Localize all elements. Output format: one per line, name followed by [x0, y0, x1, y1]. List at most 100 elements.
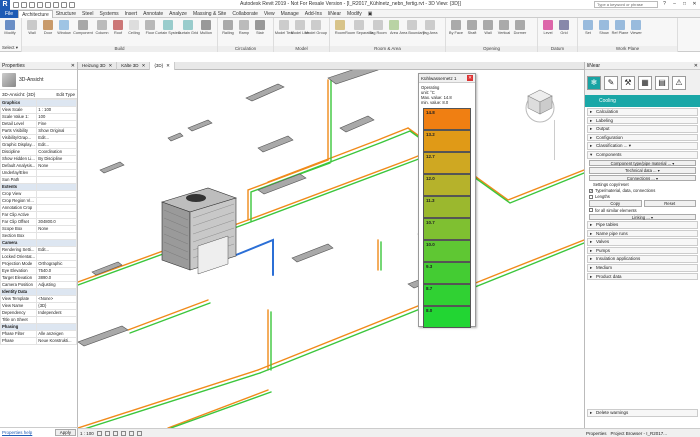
property-value[interactable]: Independent [36, 309, 77, 317]
property-value[interactable]: Edit... [36, 141, 77, 149]
tab-structure[interactable]: Structure [53, 10, 79, 18]
3d-view-icon[interactable] [69, 1, 75, 8]
lengths-checkbox[interactable]: Lengths [589, 194, 700, 199]
property-value[interactable] [36, 197, 77, 205]
property-value[interactable]: Fine [36, 120, 77, 128]
component-type-button[interactable]: Component type/pipe material ... ▾ [589, 159, 696, 167]
property-value[interactable] [36, 211, 77, 219]
tab-annotate[interactable]: Annotate [140, 10, 166, 18]
sun-path-icon[interactable] [112, 430, 118, 436]
checkbox[interactable] [589, 208, 593, 213]
property-section[interactable]: Extents [0, 183, 77, 191]
close-button[interactable]: ✕ [691, 1, 698, 8]
property-section[interactable]: Graphics [0, 99, 77, 107]
revit-logo[interactable]: R [0, 0, 10, 10]
section-product-data[interactable]: Product data [587, 272, 698, 281]
property-value[interactable]: 3890.0 [36, 274, 77, 282]
tab-project-browser[interactable]: Project Browser - I_R2017... [611, 431, 668, 436]
property-value[interactable]: <None> [36, 295, 77, 303]
property-value[interactable]: Neue Konstrukti... [36, 337, 77, 345]
search-input[interactable]: Type a keyword or phrase [594, 1, 658, 8]
property-value[interactable]: By Discipline [36, 155, 77, 163]
tab-insert[interactable]: Insert [122, 10, 141, 18]
close-icon[interactable]: ✕ [166, 62, 170, 70]
section-configuration[interactable]: Configuration [587, 133, 698, 142]
instance-dropdown[interactable]: 3D-Ansicht: {3D} [2, 92, 35, 97]
property-value[interactable]: 7540.0 [36, 267, 77, 275]
viewcube-icon[interactable] [518, 80, 562, 124]
property-value[interactable]: 1 : 100 [36, 106, 77, 114]
tab-massing[interactable]: Massing & Site [190, 10, 229, 18]
property-section[interactable]: Identity Data [0, 288, 77, 296]
visual-style-icon[interactable] [104, 430, 110, 436]
property-value[interactable]: None [36, 162, 77, 170]
property-value[interactable]: 304800.0 [36, 218, 77, 226]
property-value[interactable]: Show Original [36, 127, 77, 135]
detail-level-icon[interactable] [96, 430, 102, 436]
tab-view[interactable]: View [261, 10, 278, 18]
undo-icon[interactable] [29, 1, 35, 8]
grid-icon[interactable]: ▦ [638, 75, 652, 90]
navigation-bar[interactable] [554, 120, 574, 160]
tab-addins[interactable]: Add-Ins [302, 10, 325, 18]
section-pipe-tables[interactable]: Pipe tables [587, 221, 698, 229]
select-dropdown[interactable]: Select ▾ [0, 44, 120, 52]
close-icon[interactable]: ✕ [467, 75, 473, 81]
pen-icon[interactable]: ✎ [604, 75, 618, 90]
3d-viewport[interactable] [78, 70, 584, 428]
edit-type-button[interactable]: Edit Type [56, 92, 75, 97]
property-value[interactable]: 100 [36, 113, 77, 121]
tab-toggle[interactable]: ▣ [365, 10, 376, 18]
property-value[interactable]: Orthographic [36, 260, 77, 268]
tab-steel[interactable]: Steel [79, 10, 96, 18]
property-value[interactable]: Coordination [36, 148, 77, 156]
property-value[interactable]: Alle anzeigen [36, 330, 77, 338]
property-value[interactable]: Edit... [36, 134, 77, 142]
maximize-button[interactable]: □ [681, 1, 688, 8]
technical-data-button[interactable]: Technical data ... ▾ [589, 167, 696, 174]
type-selector[interactable]: 3D-Ansicht [0, 70, 77, 90]
temporary-hide-icon[interactable] [136, 430, 142, 436]
connections-button[interactable]: Connections ... ▾ [589, 174, 696, 182]
section-output[interactable]: Output [587, 125, 698, 133]
tab-linear[interactable]: liNear [325, 10, 344, 18]
text-icon[interactable] [61, 1, 67, 8]
property-section[interactable]: Camera [0, 239, 77, 247]
close-icon[interactable]: ✕ [109, 62, 113, 70]
checkbox[interactable] [589, 194, 593, 199]
property-value[interactable]: None [36, 225, 77, 233]
properties-help-link[interactable]: Properties help [2, 430, 32, 435]
copy-button[interactable]: Copy [589, 200, 642, 207]
all-similar-checkbox[interactable]: for all similar elements [589, 208, 700, 213]
section-classification[interactable]: Classification ... ▾ [587, 142, 698, 150]
tab-kaelte-3d[interactable]: Kälte 3D ✕ [117, 62, 151, 70]
property-value[interactable]: {3D} [36, 302, 77, 310]
print-icon[interactable] [45, 1, 51, 8]
checkbox[interactable]: ✓ [589, 188, 593, 193]
section-valves[interactable]: Valves [587, 238, 698, 246]
view-scale[interactable]: 1 : 100 [80, 431, 94, 436]
warning-icon[interactable]: ⚠ [672, 75, 686, 90]
measure-icon[interactable] [53, 1, 59, 8]
close-icon[interactable]: ✕ [71, 62, 75, 69]
property-value[interactable]: Adjusting [36, 281, 77, 289]
section-name-pipe-runs[interactable]: Name pipe runs [587, 229, 698, 238]
property-value[interactable] [36, 232, 77, 240]
close-icon[interactable]: ✕ [142, 62, 146, 70]
tab-3d[interactable]: {3D} ✕ [150, 62, 175, 70]
tab-collaborate[interactable]: Collaborate [229, 10, 261, 18]
wrench-icon[interactable]: ⚒ [621, 75, 635, 90]
minimize-button[interactable]: – [671, 1, 678, 8]
close-icon[interactable]: ✕ [694, 62, 698, 69]
redo-icon[interactable] [37, 1, 43, 8]
help-button[interactable]: ? [661, 1, 668, 8]
property-value[interactable] [36, 169, 77, 177]
section-pumps[interactable]: Pumps [587, 246, 698, 255]
cooling-mode-icon[interactable]: ❄ [587, 75, 601, 90]
save-icon[interactable] [21, 1, 27, 8]
property-value[interactable] [36, 190, 77, 198]
tab-manage[interactable]: Manage [278, 10, 302, 18]
property-value[interactable]: Edit... [36, 246, 77, 254]
property-section[interactable]: Phasing [0, 323, 77, 331]
crop-view-icon[interactable] [128, 430, 134, 436]
